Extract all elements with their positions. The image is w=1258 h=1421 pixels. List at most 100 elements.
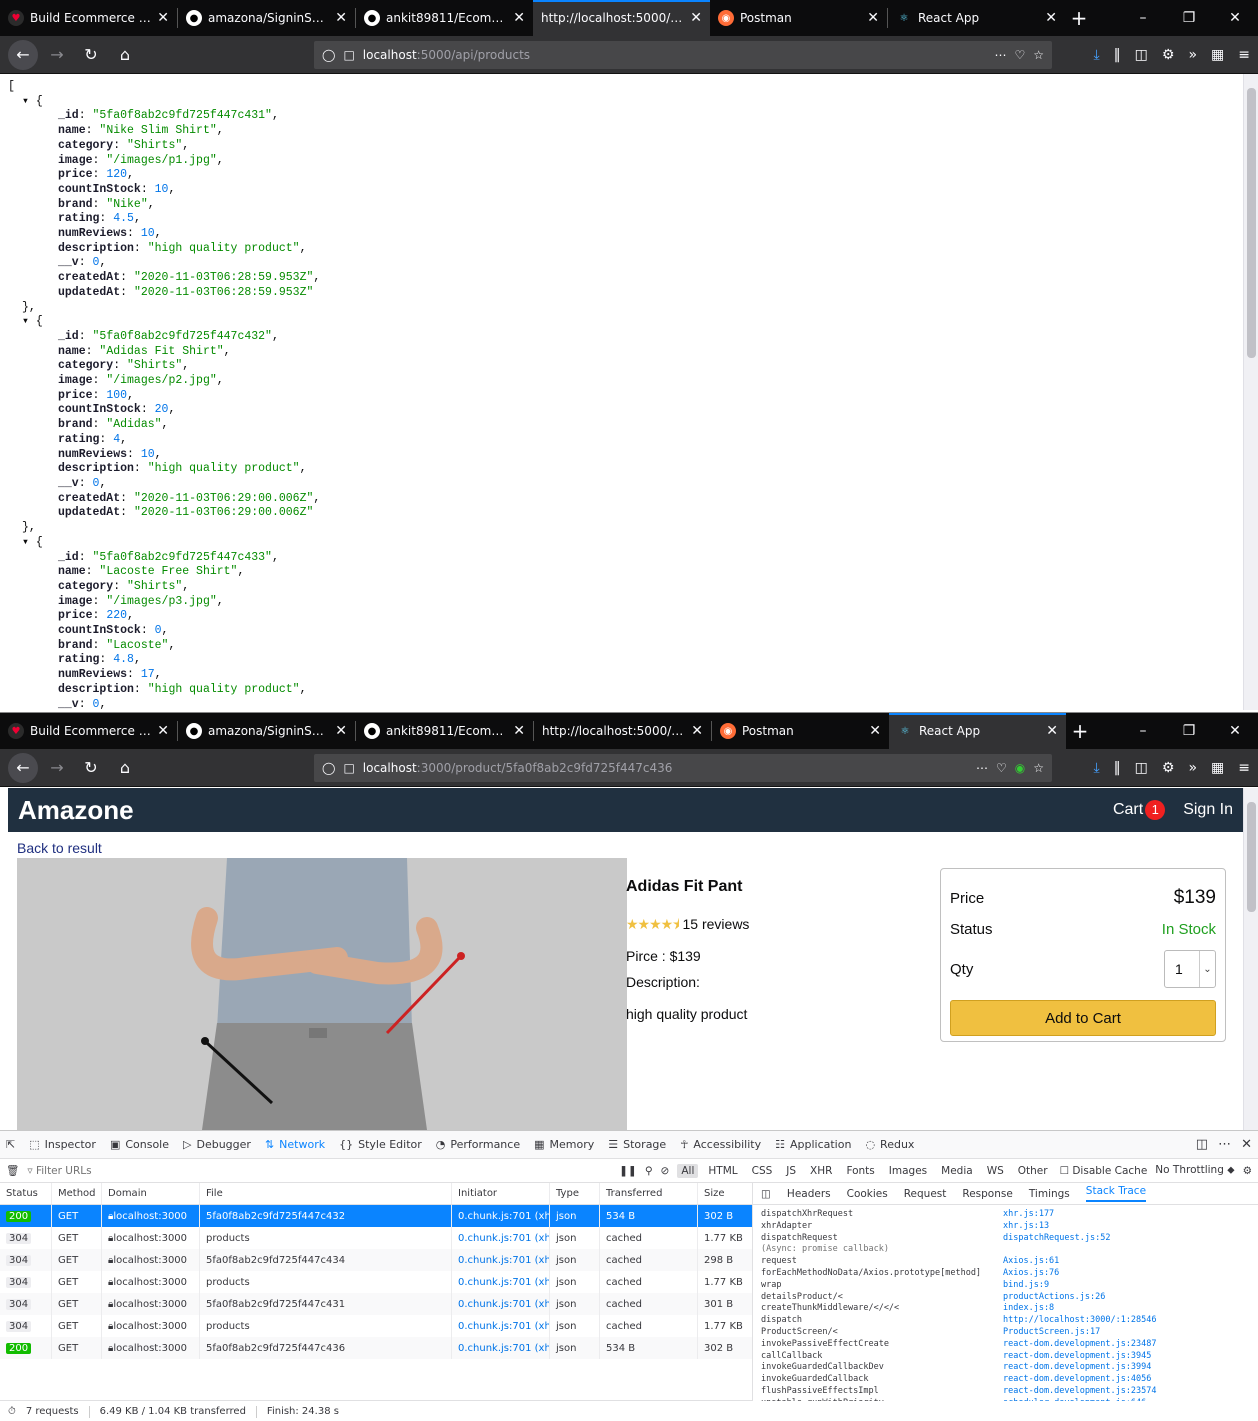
throttling-select[interactable]: No Throttling ⬥ <box>1155 1164 1234 1177</box>
details-tab-request[interactable]: Request <box>904 1188 947 1200</box>
restore-icon[interactable]: ❐ <box>1166 713 1212 749</box>
stack-location-link[interactable]: bind.js:9 <box>1003 1280 1250 1292</box>
browser-tab[interactable]: ◉ Postman ✕ <box>712 713 889 749</box>
devtools-tab-network[interactable]: ⇅ Network <box>265 1138 325 1151</box>
performance-analysis-icon[interactable]: ⏱ <box>8 1406 16 1417</box>
close-tab-icon[interactable]: ✕ <box>513 10 525 26</box>
request-row[interactable]: 200 GET 🔒︎ localhost:3000 5fa0f8ab2c9fd725f… <box>0 1337 752 1359</box>
close-tab-icon[interactable]: ✕ <box>869 723 881 739</box>
json-bracket[interactable]: ▾ { <box>22 95 43 108</box>
browser-tab[interactable]: ◉ Postman ✕ <box>710 0 887 36</box>
filter-images[interactable]: Images <box>885 1164 931 1178</box>
initiator-link[interactable]: 0.chunk.js:701 (xhr) <box>458 1211 549 1222</box>
stack-location-link[interactable]: Axios.js:76 <box>1003 1268 1250 1280</box>
close-tab-icon[interactable]: ✕ <box>335 10 347 26</box>
stack-location-link[interactable]: xhr.js:177 <box>1003 1209 1250 1221</box>
new-tab-button[interactable]: + <box>1065 0 1093 36</box>
menu-icon[interactable]: ≡ <box>1238 47 1250 63</box>
details-tab-headers[interactable]: Headers <box>787 1188 831 1200</box>
close-tab-icon[interactable]: ✕ <box>157 10 169 26</box>
filter-css[interactable]: CSS <box>748 1164 777 1178</box>
shield-icon[interactable]: ◯ <box>322 761 335 775</box>
bookmark-star-icon[interactable]: ☆ <box>1033 761 1044 775</box>
page-actions-icon[interactable]: ⋯ <box>994 48 1006 62</box>
shield-icon[interactable]: ◯ <box>322 48 335 62</box>
dock-icon[interactable]: ◫ <box>1196 1137 1208 1152</box>
initiator-link[interactable]: 0.chunk.js:701 (xhr) <box>458 1255 549 1266</box>
close-window-icon[interactable]: ✕ <box>1212 0 1258 36</box>
add-to-cart-button[interactable]: Add to Cart <box>950 1000 1216 1036</box>
pocket-icon[interactable]: ♡ <box>996 761 1007 775</box>
initiator-link[interactable]: 0.chunk.js:701 (xhr) <box>458 1233 549 1244</box>
back-to-result-link[interactable]: Back to result <box>17 840 102 856</box>
stack-location-link[interactable]: productActions.js:26 <box>1003 1292 1250 1304</box>
stack-location-link[interactable]: http://localhost:3000/:1:28546 <box>1003 1315 1250 1327</box>
overflow-chevron-icon[interactable]: » <box>1188 760 1197 776</box>
devtools-tab-debugger[interactable]: ▷ Debugger <box>183 1138 251 1151</box>
request-row[interactable]: 304 GET 🔒︎ localhost:3000 5fa0f8ab2c9fd725f… <box>0 1293 752 1315</box>
devtools-tab-console[interactable]: ▣ Console <box>110 1138 169 1151</box>
stack-location-link[interactable]: Axios.js:61 <box>1003 1256 1250 1268</box>
column-header-type[interactable]: Type <box>550 1183 600 1204</box>
search-icon[interactable]: ⚲ <box>645 1165 653 1177</box>
devtools-tab-performance[interactable]: ◔ Performance <box>436 1138 520 1151</box>
devtools-tab-storage[interactable]: ☰ Storage <box>608 1138 666 1151</box>
browser-tab[interactable]: ● ankit89811/Ecommerce- ✕ <box>356 0 533 36</box>
filter-media[interactable]: Media <box>937 1164 977 1178</box>
column-header-transferred[interactable]: Transferred <box>600 1183 698 1204</box>
pause-icon[interactable]: ❚❚ <box>619 1165 637 1177</box>
stack-location-link[interactable]: index.js:8 <box>1003 1303 1250 1315</box>
library-icon[interactable]: ‖ <box>1114 760 1121 776</box>
stack-location-link[interactable]: react-dom.development.js:3994 <box>1003 1362 1250 1374</box>
details-tab-cookies[interactable]: Cookies <box>847 1188 888 1200</box>
home-button[interactable]: ⌂ <box>110 40 140 70</box>
new-tab-button[interactable]: + <box>1066 713 1094 749</box>
element-picker-icon[interactable]: ⇱ <box>6 1138 15 1151</box>
details-tab-stack-trace[interactable]: Stack Trace <box>1085 1185 1147 1202</box>
close-tab-icon[interactable]: ✕ <box>157 723 169 739</box>
filter-xhr[interactable]: XHR <box>806 1164 836 1178</box>
qty-select[interactable]: 1 ⌄ <box>1164 950 1216 988</box>
overflow-chevron-icon[interactable]: » <box>1188 47 1197 63</box>
stack-location-link[interactable]: xhr.js:13 <box>1003 1221 1250 1233</box>
restore-icon[interactable]: ❐ <box>1166 0 1212 36</box>
column-header-method[interactable]: Method <box>52 1183 102 1204</box>
disable-cache-checkbox[interactable]: ☐ Disable Cache <box>1060 1165 1148 1177</box>
extension-icon[interactable]: ▦ <box>1211 760 1224 776</box>
browser-tab[interactable]: ♥ Build Ecommerce Websit ✕ <box>0 713 177 749</box>
close-tab-icon[interactable]: ✕ <box>690 10 702 26</box>
extension-icon[interactable]: ▦ <box>1211 47 1224 63</box>
json-bracket[interactable]: ▾ { <box>22 315 43 328</box>
browser-tab[interactable]: ● amazona/SigninScreen.js ✕ <box>178 0 355 36</box>
page-actions-icon[interactable]: ⋯ <box>976 761 988 775</box>
browser-tab[interactable]: ● amazona/SigninScreen.js ✕ <box>178 713 355 749</box>
filter-ws[interactable]: WS <box>983 1164 1008 1178</box>
minimize-icon[interactable]: – <box>1120 713 1166 749</box>
url-bar[interactable]: ◯ □ localhost:5000/api/products ⋯ ♡ ☆ <box>314 40 1052 69</box>
stack-location-link[interactable]: dispatchRequest.js:52 <box>1003 1233 1250 1245</box>
stack-location-link[interactable]: react-dom.development.js:23574 <box>1003 1386 1250 1398</box>
request-row[interactable]: 304 GET 🔒︎ localhost:3000 products 0.chunk.j… <box>0 1315 752 1337</box>
home-button[interactable]: ⌂ <box>110 753 140 783</box>
browser-tab[interactable]: ⚛ React App ✕ <box>888 0 1065 36</box>
scrollbar[interactable] <box>1243 74 1258 710</box>
stack-location-link[interactable]: ProductScreen.js:17 <box>1003 1327 1250 1339</box>
toggle-sidebar-icon[interactable]: ◫ <box>761 1188 771 1200</box>
close-tab-icon[interactable]: ✕ <box>513 723 525 739</box>
column-header-status[interactable]: Status <box>0 1183 52 1204</box>
close-tab-icon[interactable]: ✕ <box>691 723 703 739</box>
back-button[interactable]: ← <box>8 752 38 783</box>
forward-button[interactable]: → <box>42 40 72 70</box>
request-row[interactable]: 304 GET 🔒︎ localhost:3000 products 0.chunk.j… <box>0 1227 752 1249</box>
url-bar[interactable]: ◯ □ localhost:3000/product/5fa0f8ab2c9fd… <box>314 753 1052 782</box>
stack-location-link[interactable]: react-dom.development.js:23487 <box>1003 1339 1250 1351</box>
initiator-link[interactable]: 0.chunk.js:701 (xhr) <box>458 1343 549 1354</box>
brand-logo[interactable]: Amazone <box>18 795 134 826</box>
account-icon[interactable]: ⚙ <box>1162 47 1175 63</box>
filter-js[interactable]: JS <box>782 1164 800 1178</box>
cart-link[interactable]: Cart 1 <box>1113 800 1166 820</box>
column-header-initiator[interactable]: Initiator <box>452 1183 550 1204</box>
reload-button[interactable]: ↻ <box>76 753 106 783</box>
request-row[interactable]: 200 GET 🔒︎ localhost:3000 5fa0f8ab2c9fd725f… <box>0 1205 752 1227</box>
filter-urls-input[interactable]: ▿ Filter URLs <box>27 1165 611 1177</box>
